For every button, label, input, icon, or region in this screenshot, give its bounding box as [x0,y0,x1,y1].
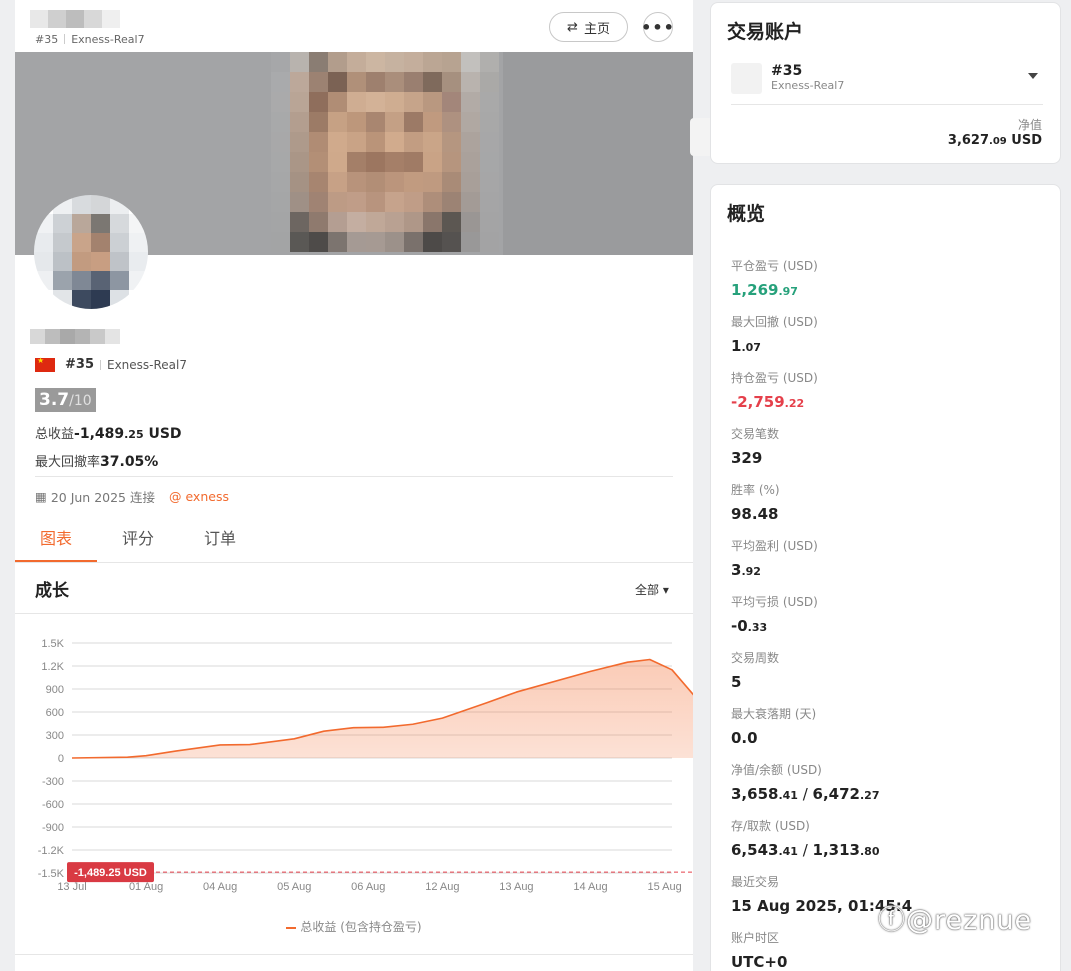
overview-item-label: 最大衰落期 (天) [731,707,817,721]
growth-chart: 1.5K 1.2K 900 600 300 0 -300 -600 -900 -1.2K -1.5K… [38,638,693,893]
tab-orders[interactable]: 订单 [179,520,261,562]
overview-item: 平均亏损 (USD) -0.33 [731,593,818,635]
y-tick-label: -900 [42,822,64,834]
overview-item-value: 0.0 [731,729,758,747]
overview-card: 概览 平仓盈亏 (USD) 1,269.97 最大回撤 (USD) 1.07 持仓盈亏 … [710,184,1061,971]
last-value-label: -1,489.25 USD [74,867,147,879]
overview-title: 概览 [727,203,766,225]
overview-item-value: 329 [731,449,763,467]
profile-panel: #35Exness-Real7 ⇄ 主页 ••• #3 [15,0,693,971]
x-tick-label: 06 Aug [351,881,385,893]
y-tick-label: 600 [46,707,64,719]
y-tick-label: -1.2K [38,845,65,857]
swap-icon: ⇄ [567,19,578,35]
china-flag-icon [35,356,55,372]
account-server: Exness-Real7 [771,79,845,92]
y-tick-label: -300 [42,776,64,788]
overview-item: 平均盈利 (USD) 3.92 [731,537,818,579]
x-tick-label: 04 Aug [203,881,237,893]
overview-item-label: 交易笔数 [731,427,780,441]
overview-item: 净值/余额 (USD) 3,658.41 / 6,472.27 [731,761,880,803]
tab-chart[interactable]: 图表 [15,520,97,562]
overview-item: 胜率 (%) 98.48 [731,481,780,523]
calendar-icon: ▦ [35,489,47,504]
tab-rating[interactable]: 评分 [97,520,179,562]
username-blurred [30,10,120,28]
overview-item-label: 账户时区 [731,931,780,945]
overview-item-value: 98.48 [731,505,779,523]
overview-item-value: 5 [731,673,742,691]
y-tick-label: 900 [46,684,64,696]
overview-item: 交易笔数 329 [731,425,779,467]
overview-item-label: 净值/余额 (USD) [731,763,822,777]
overview-item: 平仓盈亏 (USD) 1,269.97 [731,257,818,299]
weibo-logo-icon: ⓕ [878,905,906,936]
y-tick-label: -600 [42,799,64,811]
overview-item-label: 存/取款 (USD) [731,819,810,833]
content-tabs: 图表 评分 订单 [15,520,693,563]
x-tick-label: 05 Aug [277,881,311,893]
max-drawdown-rate: 最大回撤率37.05% [35,454,159,470]
overview-item-value: UTC+0 [731,953,788,971]
trading-account-title: 交易账户 [727,21,804,43]
x-tick-label: 15 Aug [647,881,681,893]
join-info: ▦ 20 Jun 2025 连接 @ exness [35,489,229,505]
overview-item-value: 1,269.97 [731,281,798,299]
account-select-caret-icon[interactable] [1028,73,1038,79]
overview-item-label: 平均亏损 (USD) [731,595,818,609]
account-meta: #35 Exness-Real7 [35,356,187,372]
overview-item-label: 交易周数 [731,651,780,665]
overview-item-label: 平均盈利 (USD) [731,539,818,553]
account-rank: #35 [771,63,803,79]
overview-item: 最大回撤 (USD) 1.07 [731,313,818,355]
y-tick-label: -1.5K [38,868,65,880]
home-button[interactable]: ⇄ 主页 [549,12,628,42]
equity-label: 净值 [1017,118,1042,132]
x-tick-label: 14 Aug [573,881,607,893]
overview-item-label: 最大回撤 (USD) [731,315,818,329]
overview-item-value: 3,658.41 / 6,472.27 [731,785,880,803]
equity-value: 3,627.09 USD [947,133,1042,148]
watermark: ⓕ@reznue [878,905,1033,936]
x-tick-label: 13 Aug [499,881,533,893]
rating-badge: 3.7/10 [35,388,96,412]
overview-item-value: 1.07 [731,337,761,355]
range-dropdown[interactable]: 全部 ▾ [635,581,669,598]
growth-area [72,659,693,758]
overview-item: 存/取款 (USD) 6,543.41 / 1,313.80 [731,817,880,859]
overview-item-value: 6,543.41 / 1,313.80 [731,841,880,859]
y-tick-label: 1.2K [41,661,64,673]
avatar [34,195,148,309]
legend-swatch [286,926,297,929]
overview-item-label: 平仓盈亏 (USD) [731,259,818,273]
overview-item: 交易周数 5 [731,649,779,691]
overview-item: 账户时区 UTC+0 [731,929,787,971]
overview-item-label: 胜率 (%) [731,483,780,497]
overview-item-value: 3.92 [731,561,761,579]
x-tick-label: 13 Jul [57,881,86,893]
overview-item-label: 持仓盈亏 (USD) [731,371,818,385]
x-tick-label: 01 Aug [129,881,163,893]
chart-legend: 总收益 (包含持仓盈亏) [15,918,693,935]
account-subtitle: #35 Exness-Real7 [35,33,145,46]
y-tick-label: 300 [46,730,64,742]
overview-item-value: -2,759.22 [731,393,805,411]
broker-link[interactable]: @ exness [169,489,229,504]
y-tick-label: 0 [58,753,64,765]
growth-title: 成长 [35,581,69,601]
overview-item: 持仓盈亏 (USD) -2,759.22 [731,369,818,411]
account-icon [731,63,762,94]
more-options-button[interactable]: ••• [641,12,674,42]
trading-account-card: 交易账户 #35 Exness-Real7 净值 3,627.09 USD [710,2,1061,164]
y-tick-label: 1.5K [41,638,64,650]
overview-item: 最大衰落期 (天) 0.0 [731,705,816,747]
overview-item-label: 最近交易 [731,875,780,889]
display-name-blurred [30,329,120,344]
caret-down-icon: ▾ [662,583,669,597]
total-profit: 总收益-1,489.25 USD [35,426,182,442]
x-tick-label: 12 Aug [425,881,459,893]
overview-item-value: -0.33 [731,617,768,635]
